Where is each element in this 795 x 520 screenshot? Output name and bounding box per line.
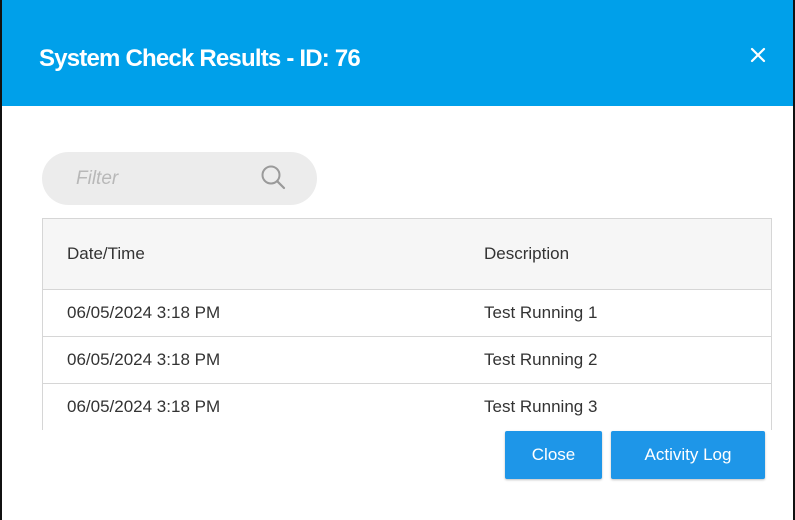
- row-datetime: 06/05/2024 3:18 PM: [67, 350, 221, 369]
- column-header-description[interactable]: Description: [484, 244, 569, 264]
- row-description: Test Running 1: [484, 303, 598, 322]
- dialog-header: System Check Results - ID: 76: [2, 0, 793, 106]
- row-description: Test Running 3: [484, 397, 598, 416]
- filter-input[interactable]: [76, 164, 256, 194]
- close-button[interactable]: Close: [505, 431, 602, 479]
- dialog-title: System Check Results - ID: 76: [39, 45, 361, 72]
- row-datetime: 06/05/2024 3:18 PM: [67, 397, 221, 416]
- activity-log-button[interactable]: Activity Log: [611, 431, 765, 479]
- search-icon[interactable]: [258, 162, 290, 194]
- row-datetime: 06/05/2024 3:18 PM: [67, 303, 221, 322]
- table-header: Date/Time Description: [43, 219, 771, 290]
- column-header-datetime[interactable]: Date/Time: [67, 244, 145, 264]
- table-row[interactable]: 06/05/2024 3:18 PM Test Running 3: [43, 384, 771, 431]
- close-icon[interactable]: [749, 46, 767, 64]
- system-check-dialog: System Check Results - ID: 76 Date/Time …: [0, 0, 795, 520]
- table-row[interactable]: 06/05/2024 3:18 PM Test Running 2: [43, 337, 771, 384]
- results-table: Date/Time Description 06/05/2024 3:18 PM…: [42, 218, 772, 431]
- row-description: Test Running 2: [484, 350, 598, 369]
- table-row[interactable]: 06/05/2024 3:18 PM Test Running 1: [43, 290, 771, 337]
